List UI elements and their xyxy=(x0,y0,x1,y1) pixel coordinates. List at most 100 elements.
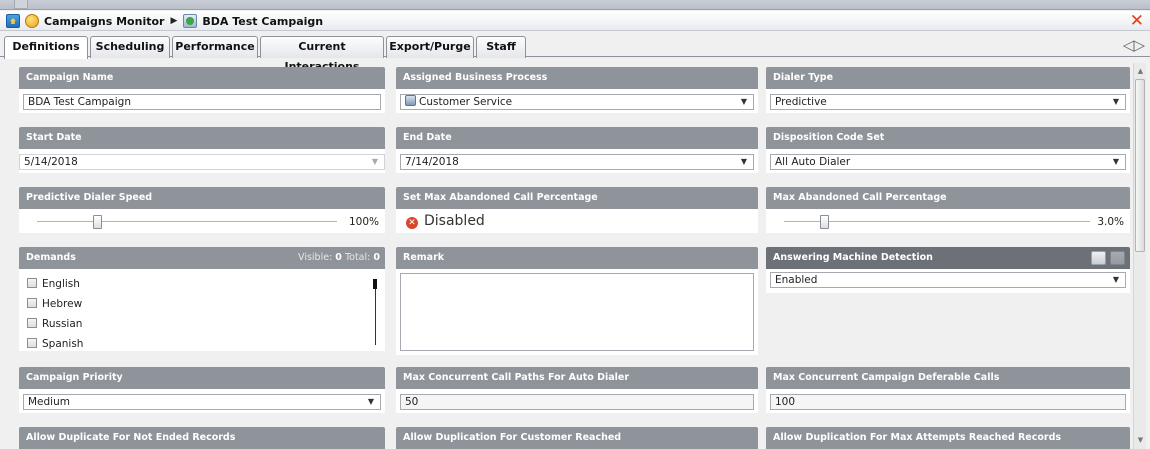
end-date-picker[interactable]: 7/14/2018 ▼ xyxy=(400,154,754,170)
business-process-value: Customer Service xyxy=(419,96,513,108)
tab-bar: Definitions Scheduling Performance Curre… xyxy=(0,32,1150,73)
scroll-down-icon[interactable]: ▼ xyxy=(1134,434,1147,447)
panel-header: Demands Visible: 0 Total: 0 xyxy=(19,247,385,269)
checkbox[interactable] xyxy=(27,338,37,348)
demands-scrollbar[interactable] xyxy=(373,279,377,345)
panel-header: Predictive Dialer Speed xyxy=(19,187,385,209)
checkbox[interactable] xyxy=(27,318,37,328)
checkbox[interactable] xyxy=(27,278,37,288)
list-item[interactable]: Spanish xyxy=(27,335,377,351)
panel-header: Allow Duplication For Max Attempts Reach… xyxy=(766,427,1130,449)
chevron-down-icon[interactable]: ▼ xyxy=(1113,273,1119,287)
dialer-speed-value: 100% xyxy=(348,216,379,228)
tab-performance[interactable]: Performance xyxy=(172,36,258,58)
chevron-down-icon[interactable]: ▼ xyxy=(368,395,374,409)
max-abandoned-value: 3.0% xyxy=(1097,216,1124,228)
chevron-down-icon[interactable]: ▼ xyxy=(1113,155,1119,169)
panel-header: Assigned Business Process xyxy=(396,67,758,89)
demands-list: English Hebrew Russian Spanish xyxy=(23,272,381,351)
max-abandoned-toggle-state: Disabled xyxy=(424,213,485,229)
end-date-value: 7/14/2018 xyxy=(405,156,459,168)
tab-current-interactions[interactable]: Current Interactions xyxy=(260,36,384,73)
panel-header: Campaign Name xyxy=(19,67,385,89)
panel-header: Campaign Priority xyxy=(19,367,385,389)
start-date-value: 5/14/2018 xyxy=(24,156,78,168)
demands-title: Demands xyxy=(26,252,76,263)
campaigns-monitor-icon xyxy=(25,14,39,28)
list-item[interactable]: Hebrew xyxy=(27,295,377,315)
scrollbar-thumb[interactable] xyxy=(1135,79,1145,252)
start-date-picker[interactable]: 5/14/2018 ▼ xyxy=(19,154,385,170)
panel-dialer-type: Dialer Type Predictive ▼ xyxy=(766,67,1130,113)
list-item[interactable]: English xyxy=(27,275,377,295)
scroll-up-icon[interactable]: ▲ xyxy=(1134,65,1147,78)
chevron-down-icon[interactable]: ▼ xyxy=(741,155,747,169)
window-top-strip xyxy=(0,0,1150,10)
amd-select[interactable]: Enabled ▼ xyxy=(770,272,1126,288)
business-process-select[interactable]: Customer Service ▼ xyxy=(400,94,754,110)
demand-label: English xyxy=(42,278,80,290)
panel-header: Dialer Type xyxy=(766,67,1130,89)
campaign-icon xyxy=(183,14,198,28)
campaign-name-input[interactable]: BDA Test Campaign xyxy=(23,94,381,110)
panel-header: Set Max Abandoned Call Percentage xyxy=(396,187,758,209)
list-item[interactable]: Russian xyxy=(27,315,377,335)
panel-max-concurrent-call-paths: Max Concurrent Call Paths For Auto Diale… xyxy=(396,367,758,413)
tab-definitions[interactable]: Definitions xyxy=(4,36,88,59)
panel-allow-duplicate-not-ended: Allow Duplicate For Not Ended Records xyxy=(19,427,385,449)
breadcrumb-separator-icon: ▶ xyxy=(170,16,178,26)
panel-header: Allow Duplicate For Not Ended Records xyxy=(19,427,385,449)
breadcrumb-home[interactable]: Campaigns Monitor ▶ BDA Test Campaign xyxy=(6,13,323,29)
main-scrollbar[interactable]: ▲ ▼ xyxy=(1133,63,1146,449)
max-abandoned-slider[interactable]: 3.0% xyxy=(770,212,1126,234)
tab-scroll-arrows-icon[interactable]: ◁▷ xyxy=(1123,36,1145,54)
dialer-type-value: Predictive xyxy=(775,96,827,108)
breadcrumb-campaigns-monitor[interactable]: Campaigns Monitor xyxy=(44,15,164,28)
disposition-code-set-value: All Auto Dialer xyxy=(775,156,851,168)
home-icon[interactable] xyxy=(6,14,20,28)
checkbox[interactable] xyxy=(27,298,37,308)
panel-disposition-code-set: Disposition Code Set All Auto Dialer ▼ xyxy=(766,127,1130,173)
panel-header: Remark xyxy=(396,247,758,269)
dialer-speed-slider[interactable]: 100% xyxy=(23,212,381,234)
max-deferable-input[interactable]: 100 xyxy=(770,394,1126,410)
panel-max-abandoned-call-percentage: Max Abandoned Call Percentage 3.0% xyxy=(766,187,1130,233)
panel-header: Allow Duplication For Customer Reached xyxy=(396,427,758,449)
dialer-type-select[interactable]: Predictive ▼ xyxy=(770,94,1126,110)
disposition-code-set-select[interactable]: All Auto Dialer ▼ xyxy=(770,154,1126,170)
max-concurrent-paths-input[interactable]: 50 xyxy=(400,394,754,410)
campaign-priority-select[interactable]: Medium ▼ xyxy=(23,394,381,410)
campaign-priority-value: Medium xyxy=(28,396,70,408)
panel-header: Max Abandoned Call Percentage xyxy=(766,187,1130,209)
chevron-down-icon[interactable]: ▼ xyxy=(372,155,378,169)
copy-icon[interactable] xyxy=(1091,251,1106,265)
max-abandoned-toggle[interactable]: ✕ Disabled xyxy=(400,212,754,230)
demands-visible-count: 0 xyxy=(335,252,342,263)
panel-allow-duplication-max-attempts: Allow Duplication For Max Attempts Reach… xyxy=(766,427,1130,449)
panel-max-concurrent-deferable-calls: Max Concurrent Campaign Deferable Calls … xyxy=(766,367,1130,413)
panel-header: Answering Machine Detection xyxy=(766,247,1130,269)
breadcrumb: Campaigns Monitor ▶ BDA Test Campaign ✕ xyxy=(0,11,1150,31)
tab-scheduling[interactable]: Scheduling xyxy=(90,36,170,58)
paste-icon[interactable] xyxy=(1110,251,1125,265)
panel-allow-duplication-customer-reached: Allow Duplication For Customer Reached xyxy=(396,427,758,449)
tab-staff[interactable]: Staff xyxy=(476,36,526,58)
tab-export-purge[interactable]: Export/Purge xyxy=(386,36,474,58)
close-x-icon[interactable]: ✕ xyxy=(1130,11,1144,31)
panel-end-date: End Date 7/14/2018 ▼ xyxy=(396,127,758,173)
chevron-down-icon[interactable]: ▼ xyxy=(741,95,747,109)
chevron-down-icon[interactable]: ▼ xyxy=(1113,95,1119,109)
panel-campaign-priority: Campaign Priority Medium ▼ xyxy=(19,367,385,413)
demand-label: Russian xyxy=(42,318,83,330)
slider-thumb[interactable] xyxy=(93,215,102,229)
demand-label: Hebrew xyxy=(42,298,83,310)
remark-textarea[interactable] xyxy=(400,273,754,351)
panel-header: End Date xyxy=(396,127,758,149)
panel-set-max-abandoned-call-percentage: Set Max Abandoned Call Percentage ✕ Disab… xyxy=(396,187,758,233)
business-process-icon xyxy=(405,95,416,106)
window-tab-glyph xyxy=(14,0,28,9)
panel-header: Max Concurrent Campaign Deferable Calls xyxy=(766,367,1130,389)
slider-track xyxy=(37,221,337,222)
slider-thumb[interactable] xyxy=(820,215,829,229)
breadcrumb-campaign-name: BDA Test Campaign xyxy=(202,14,324,28)
